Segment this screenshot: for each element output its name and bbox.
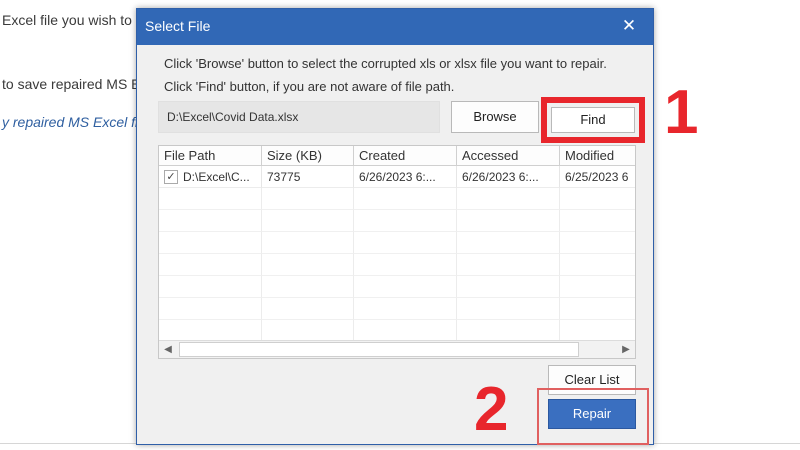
file-path-field[interactable]: D:\Excel\Covid Data.xlsx bbox=[158, 101, 440, 133]
close-icon[interactable]: ✕ bbox=[619, 15, 639, 37]
column-header-accessed[interactable]: Accessed bbox=[457, 146, 560, 166]
horizontal-scrollbar[interactable]: ◀ ▶ bbox=[159, 340, 635, 358]
empty-grid-cell bbox=[457, 232, 560, 254]
empty-grid-cell bbox=[159, 188, 262, 210]
cell-accessed: 6/26/2023 6:... bbox=[457, 166, 560, 188]
empty-grid-cell bbox=[262, 298, 354, 320]
empty-grid-cell bbox=[354, 188, 457, 210]
dialog-title-bar[interactable]: Select File ✕ bbox=[137, 9, 653, 45]
empty-grid-cell bbox=[159, 210, 262, 232]
column-header-file-path[interactable]: File Path bbox=[159, 146, 262, 166]
empty-grid-cell bbox=[159, 298, 262, 320]
empty-grid-cell bbox=[262, 276, 354, 298]
empty-grid-cell bbox=[354, 232, 457, 254]
find-button[interactable]: Find bbox=[541, 97, 645, 143]
empty-grid-cell bbox=[159, 276, 262, 298]
cell-created: 6/26/2023 6:... bbox=[354, 166, 457, 188]
empty-grid-cell bbox=[354, 320, 457, 342]
cell-modified: 6/25/2023 6 bbox=[560, 166, 635, 188]
background-link-repaired-file[interactable]: y repaired MS Excel file bbox=[2, 114, 149, 130]
scroll-thumb[interactable] bbox=[179, 342, 579, 357]
empty-grid-cell bbox=[560, 254, 635, 276]
empty-grid-cell bbox=[560, 210, 635, 232]
empty-grid-cell bbox=[457, 298, 560, 320]
step-1-annotation: 1 bbox=[664, 78, 699, 147]
column-header-size[interactable]: Size (KB) bbox=[262, 146, 354, 166]
grid-header: File Path Size (KB) Created Accessed Mod… bbox=[159, 146, 635, 166]
empty-grid-cell bbox=[457, 254, 560, 276]
empty-grid-cell bbox=[457, 188, 560, 210]
step-2-annotation: 2 bbox=[474, 375, 509, 444]
browse-button[interactable]: Browse bbox=[451, 101, 539, 133]
row-checkbox[interactable]: ✓ bbox=[164, 170, 178, 184]
empty-grid-cell bbox=[354, 210, 457, 232]
empty-grid-cell bbox=[262, 232, 354, 254]
instruction-find: Click 'Find' button, if you are not awar… bbox=[164, 79, 455, 94]
cell-file-path: ✓ D:\Excel\C... bbox=[159, 166, 262, 188]
empty-grid-cell bbox=[354, 254, 457, 276]
cell-size: 73775 bbox=[262, 166, 354, 188]
instruction-browse: Click 'Browse' button to select the corr… bbox=[164, 56, 607, 71]
select-file-dialog: Select File ✕ Click 'Browse' button to s… bbox=[136, 8, 654, 445]
empty-grid-cell bbox=[262, 254, 354, 276]
scroll-right-icon[interactable]: ▶ bbox=[617, 341, 635, 358]
empty-grid-cell bbox=[560, 232, 635, 254]
empty-grid-cell bbox=[354, 298, 457, 320]
file-list-grid: File Path Size (KB) Created Accessed Mod… bbox=[158, 145, 636, 359]
empty-grid-cell bbox=[354, 276, 457, 298]
empty-grid-cell bbox=[457, 320, 560, 342]
repair-button[interactable]: Repair bbox=[548, 399, 636, 429]
empty-grid-cell bbox=[560, 188, 635, 210]
column-header-modified[interactable]: Modified bbox=[560, 146, 635, 166]
empty-grid-cell bbox=[457, 276, 560, 298]
empty-grid-cell bbox=[159, 254, 262, 276]
empty-grid-cell bbox=[159, 232, 262, 254]
empty-grid-cell bbox=[560, 276, 635, 298]
empty-grid-cell bbox=[560, 320, 635, 342]
table-row[interactable]: ✓ D:\Excel\C... 73775 6/26/2023 6:... 6/… bbox=[159, 166, 635, 188]
column-header-created[interactable]: Created bbox=[354, 146, 457, 166]
empty-grid-cell bbox=[159, 320, 262, 342]
background-text-line-2: to save repaired MS E bbox=[2, 76, 141, 92]
empty-grid-cell bbox=[560, 298, 635, 320]
empty-grid-cell bbox=[262, 188, 354, 210]
dialog-title: Select File bbox=[145, 18, 211, 34]
file-path-text: D:\Excel\C... bbox=[183, 170, 250, 184]
empty-grid-cell bbox=[262, 210, 354, 232]
background-text-line-1: Excel file you wish to bbox=[2, 12, 132, 28]
scroll-left-icon[interactable]: ◀ bbox=[159, 341, 177, 358]
empty-grid-cell bbox=[457, 210, 560, 232]
empty-grid-cell bbox=[262, 320, 354, 342]
